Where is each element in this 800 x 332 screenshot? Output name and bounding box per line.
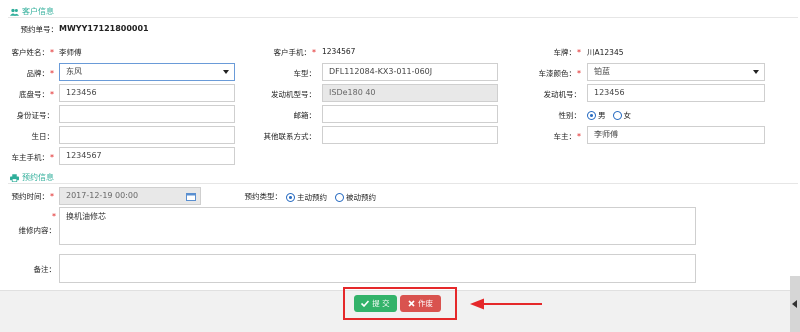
booking-type-passive-radio[interactable]: 被动预约: [335, 192, 376, 203]
brand-label: 品牌：*: [26, 69, 55, 78]
gender-male-radio[interactable]: 男: [587, 110, 606, 121]
plate-label: 车牌：*: [553, 48, 582, 57]
booking-time-field[interactable]: 2017-12-19 00:00: [59, 187, 201, 205]
remark-textarea[interactable]: [59, 254, 696, 283]
owner-label: 车主：*: [553, 132, 582, 141]
close-icon: [408, 300, 415, 307]
void-button[interactable]: 作废: [400, 295, 441, 312]
repair-label: 维修内容：: [18, 226, 57, 235]
engine-model-label: 发动机型号：: [271, 90, 316, 99]
brand-select[interactable]: 东风: [59, 63, 235, 81]
engine-model-field: ISDe180 40: [322, 84, 498, 102]
section-divider: [8, 183, 798, 184]
required-mark: *: [52, 212, 56, 221]
phone-label: 客户手机：*: [273, 48, 317, 57]
email-field[interactable]: [322, 105, 498, 123]
section-divider: [8, 17, 798, 18]
users-icon: [10, 8, 19, 16]
booking-time-label: 预约时间：*: [11, 192, 55, 201]
name-label: 客户姓名：*: [11, 48, 55, 57]
other-contact-label: 其他联系方式：: [263, 132, 317, 141]
side-panel-toggle[interactable]: [790, 276, 800, 332]
color-label: 车漆颜色：*: [538, 69, 582, 78]
booking-type-label: 预约类型：: [244, 192, 283, 201]
booking-type-radio-group: 主动预约 被动预约: [286, 192, 376, 203]
birthday-field[interactable]: [59, 126, 235, 144]
order-no-value: MWYY17121800001: [59, 24, 149, 33]
printer-icon: [10, 173, 19, 182]
chevron-down-icon: [753, 70, 759, 74]
id-field[interactable]: [59, 105, 235, 123]
order-no-label: 预约单号：: [20, 25, 59, 34]
name-value: 李师傅: [59, 48, 82, 57]
model-label: 车型：: [293, 69, 317, 78]
email-label: 邮箱：: [293, 111, 317, 120]
engine-no-field[interactable]: 123456: [587, 84, 765, 102]
model-field[interactable]: DFL112084-KX3-011-060J: [322, 63, 498, 81]
repair-textarea[interactable]: 换机油修芯: [59, 207, 696, 245]
phone-value: 1234567: [322, 47, 356, 56]
birthday-label: 生日：: [31, 132, 55, 141]
remark-label: 备注：: [33, 265, 57, 274]
plate-value: 川A12345: [587, 48, 624, 57]
owner-phone-label: 车主手机：*: [11, 153, 55, 162]
other-contact-field[interactable]: [322, 126, 498, 144]
owner-field[interactable]: 李师傅: [587, 126, 765, 144]
chevron-down-icon: [223, 70, 229, 74]
owner-phone-field[interactable]: 1234567: [59, 147, 235, 165]
booking-section-title: 预约信息: [10, 172, 54, 183]
check-icon: [361, 300, 370, 307]
submit-button[interactable]: 提 交: [354, 295, 397, 312]
gender-radio-group: 男 女: [587, 110, 631, 121]
calendar-icon[interactable]: [186, 192, 196, 201]
booking-type-active-radio[interactable]: 主动预约: [286, 192, 327, 203]
gender-label: 性别：: [558, 111, 582, 120]
chassis-label: 底盘号：*: [19, 90, 54, 99]
gender-female-radio[interactable]: 女: [612, 110, 631, 121]
engine-no-label: 发动机号：: [543, 90, 582, 99]
chassis-field[interactable]: 123456: [59, 84, 235, 102]
id-label: 身份证号：: [16, 111, 55, 120]
chevron-left-icon: [792, 300, 797, 308]
customer-section-title: 客户信息: [10, 6, 54, 17]
arrow-left-icon: [470, 298, 542, 310]
color-select[interactable]: 铂蓝: [587, 63, 765, 81]
